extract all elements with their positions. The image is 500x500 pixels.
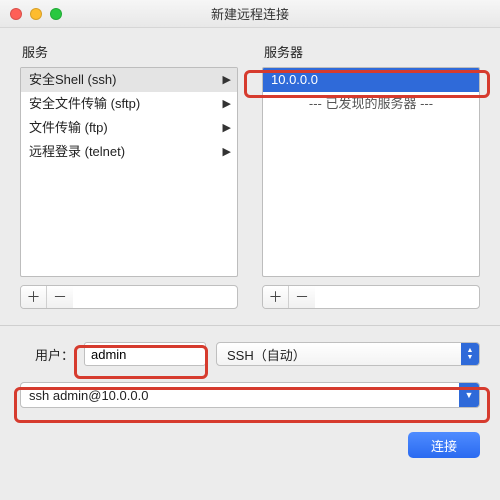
connect-button[interactable]: 连接	[408, 432, 480, 458]
stepper-icon: ▲ ▼	[461, 343, 479, 365]
maximize-icon[interactable]	[50, 8, 62, 20]
protocol-selected: SSH（自动）	[227, 345, 306, 364]
services-add-remove: ＋ －	[20, 285, 238, 309]
servers-column: 服务器 10.0.0.0 --- 已发现的服务器 --- ＋ －	[262, 42, 480, 309]
chevron-down-icon: ▼	[459, 383, 479, 407]
servers-remove-button[interactable]: －	[289, 286, 315, 308]
chevron-down-icon: ▼	[467, 354, 474, 361]
server-item-label: 10.0.0.0	[271, 72, 318, 87]
service-item-telnet[interactable]: 远程登录 (telnet) ▶	[21, 140, 237, 164]
chevron-right-icon: ▶	[223, 71, 231, 89]
services-column: 服务 安全Shell (ssh) ▶ 安全文件传输 (sftp) ▶ 文件传输 …	[20, 42, 238, 309]
divider	[0, 325, 500, 326]
service-item-ssh[interactable]: 安全Shell (ssh) ▶	[21, 68, 237, 92]
servers-add-remove: ＋ －	[262, 285, 480, 309]
services-add-button[interactable]: ＋	[21, 286, 47, 308]
services-listbox[interactable]: 安全Shell (ssh) ▶ 安全文件传输 (sftp) ▶ 文件传输 (ft…	[20, 67, 238, 277]
service-item-sftp[interactable]: 安全文件传输 (sftp) ▶	[21, 92, 237, 116]
window-title: 新建远程连接	[211, 4, 289, 23]
chevron-right-icon: ▶	[223, 95, 231, 113]
service-item-label: 安全文件传输 (sftp)	[29, 95, 140, 113]
titlebar: 新建远程连接	[0, 0, 500, 28]
user-row: 用户： SSH（自动） ▲ ▼	[20, 342, 480, 366]
command-text: ssh admin@10.0.0.0	[21, 388, 148, 403]
server-discovered-header: --- 已发现的服务器 ---	[263, 92, 479, 116]
service-item-label: 远程登录 (telnet)	[29, 143, 125, 161]
content: 服务 安全Shell (ssh) ▶ 安全文件传输 (sftp) ▶ 文件传输 …	[0, 28, 500, 476]
services-remove-button[interactable]: －	[47, 286, 73, 308]
servers-add-button[interactable]: ＋	[263, 286, 289, 308]
chevron-right-icon: ▶	[223, 119, 231, 137]
chevron-up-icon: ▲	[467, 347, 474, 354]
minimize-icon[interactable]	[30, 8, 42, 20]
service-item-ftp[interactable]: 文件传输 (ftp) ▶	[21, 116, 237, 140]
protocol-popup[interactable]: SSH（自动） ▲ ▼	[216, 342, 480, 366]
server-item-label: --- 已发现的服务器 ---	[309, 96, 433, 111]
chevron-right-icon: ▶	[223, 143, 231, 161]
user-input[interactable]	[84, 342, 206, 366]
services-label: 服务	[20, 42, 238, 61]
service-item-label: 文件传输 (ftp)	[29, 119, 108, 137]
window: 新建远程连接 服务 安全Shell (ssh) ▶ 安全文件传输 (sftp) …	[0, 0, 500, 500]
close-icon[interactable]	[10, 8, 22, 20]
command-row: ssh admin@10.0.0.0 ▼	[20, 382, 480, 408]
servers-listbox[interactable]: 10.0.0.0 --- 已发现的服务器 ---	[262, 67, 480, 277]
footer: 连接	[20, 432, 480, 458]
service-item-label: 安全Shell (ssh)	[29, 71, 116, 89]
servers-label: 服务器	[262, 42, 480, 61]
command-combobox[interactable]: ssh admin@10.0.0.0 ▼	[20, 382, 480, 408]
user-label: 用户：	[20, 345, 74, 364]
window-controls	[10, 8, 62, 20]
server-item[interactable]: 10.0.0.0	[263, 68, 479, 92]
